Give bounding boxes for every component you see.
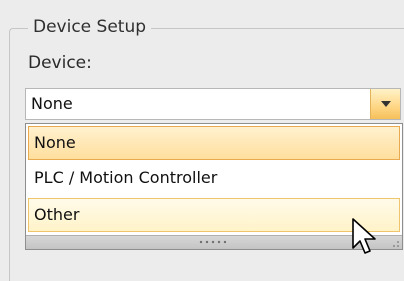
- resize-dots-icon: [198, 239, 226, 245]
- device-option-none[interactable]: None: [28, 126, 400, 160]
- mouse-pointer-icon: [352, 218, 376, 254]
- device-option-other[interactable]: Other: [28, 198, 400, 232]
- chevron-down-icon: [380, 101, 391, 107]
- device-label: Device:: [28, 53, 92, 73]
- device-combobox-value: None: [31, 94, 73, 113]
- dropdown-resize-bar[interactable]: [26, 235, 402, 249]
- device-option-plc-motion-controller[interactable]: PLC / Motion Controller: [28, 161, 400, 195]
- device-combobox[interactable]: None: [25, 88, 401, 120]
- device-dropdown-button[interactable]: [370, 89, 400, 119]
- group-title: Device Setup: [28, 16, 152, 38]
- device-dropdown-list[interactable]: None PLC / Motion Controller Other: [25, 123, 403, 250]
- resize-grip-icon[interactable]: [392, 240, 400, 248]
